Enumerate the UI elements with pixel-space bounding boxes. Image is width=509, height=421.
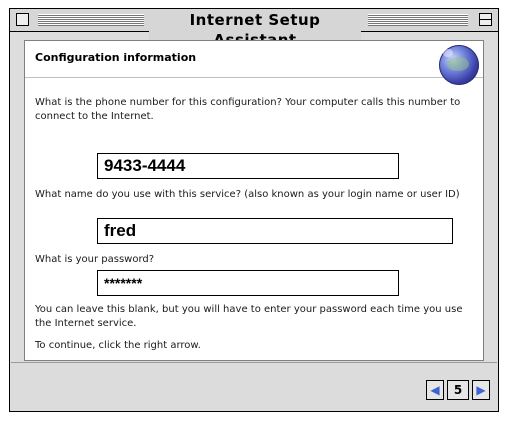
page-number: 5	[447, 380, 469, 400]
password-prompt: What is your password?	[35, 254, 155, 265]
next-arrow-button[interactable]: ▶	[472, 380, 490, 400]
title-bar-stripes-left	[38, 14, 144, 26]
close-box-icon[interactable]	[16, 13, 29, 26]
zoom-box-icon[interactable]	[479, 13, 492, 26]
right-arrow-icon: ▶	[476, 383, 486, 397]
setup-assistant-window: Internet Setup Assistant Configuration i…	[9, 8, 499, 412]
navigation-bar: ◀ 5 ▶	[11, 362, 497, 411]
password-field[interactable]: *******	[97, 270, 399, 296]
content-panel: Configuration information What is the ph…	[24, 40, 484, 361]
title-bar-stripes-right	[368, 14, 468, 26]
section-header: Configuration information	[25, 41, 483, 85]
title-bar[interactable]: Internet Setup Assistant	[10, 9, 498, 50]
phone-number-field[interactable]: 9433-4444	[97, 153, 399, 179]
section-title: Configuration information	[35, 51, 197, 64]
left-arrow-icon: ◀	[430, 383, 440, 397]
password-note: You can leave this blank, but you will h…	[35, 304, 463, 329]
username-field[interactable]: fred	[97, 218, 453, 244]
continue-instruction: To continue, click the right arrow.	[35, 340, 201, 351]
previous-arrow-button[interactable]: ◀	[426, 380, 444, 400]
phone-prompt: What is the phone number for this config…	[35, 97, 461, 122]
globe-icon	[439, 45, 479, 85]
username-prompt: What name do you use with this service? …	[35, 189, 460, 200]
